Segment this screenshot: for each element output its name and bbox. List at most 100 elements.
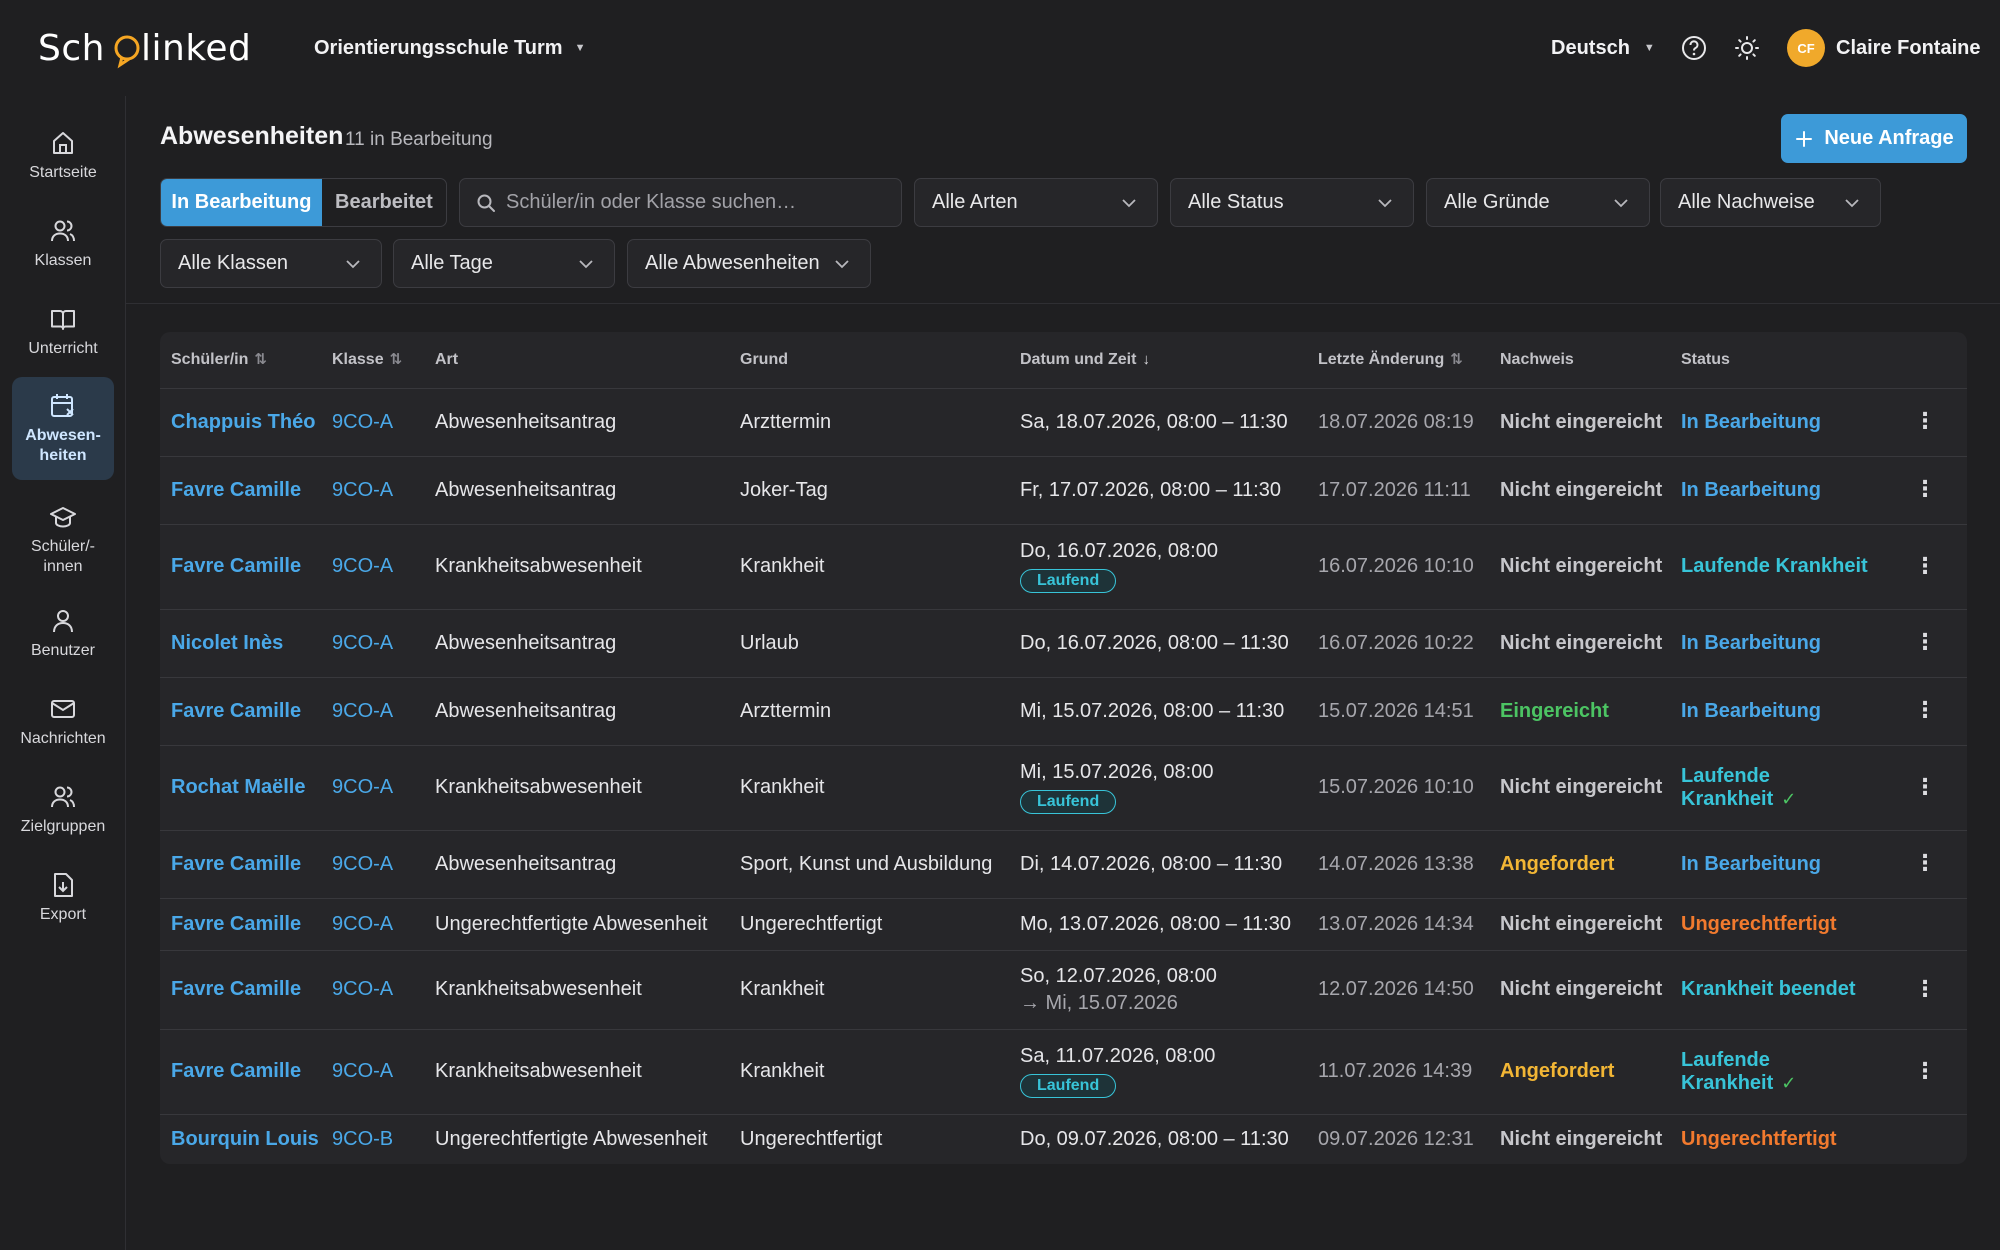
- school-selector[interactable]: Orientierungsschule Turm ▼: [314, 32, 585, 64]
- help-icon[interactable]: [1678, 32, 1710, 64]
- sidebar-item-abwesenheiten[interactable]: Abwesen- heiten: [12, 377, 114, 480]
- student-name[interactable]: Favre Camille: [160, 830, 321, 899]
- avatar[interactable]: CF: [1787, 29, 1825, 67]
- sidebar-item-nachrichten[interactable]: Nachrichten: [12, 686, 114, 758]
- column-header-reason: Grund: [729, 332, 1009, 389]
- student-name[interactable]: Favre Camille: [160, 524, 321, 610]
- proof-status: Nicht eingereicht: [1489, 745, 1670, 831]
- status-text: Ungerechtfertigt: [1681, 1127, 1837, 1150]
- table-row[interactable]: Bourquin Louis 9CO-B Ungerechtfertigte A…: [160, 1114, 1967, 1164]
- language-selector[interactable]: Deutsch ▼: [1551, 32, 1655, 64]
- sidebar-item-klassen[interactable]: Klassen: [12, 208, 114, 280]
- more-vertical-icon: ⋮: [1914, 408, 1936, 433]
- svg-text:Sch: Sch: [38, 28, 105, 69]
- row-menu-button[interactable]: ⋮: [1883, 388, 1967, 457]
- row-menu-button[interactable]: ⋮: [1883, 1029, 1967, 1115]
- chevron-down-icon: [1378, 198, 1392, 207]
- class-link[interactable]: 9CO-A: [321, 609, 424, 678]
- absence-type: Ungerechtfertigte Abwesenheit: [424, 898, 729, 951]
- table-row[interactable]: Favre Camille 9CO-A Abwesenheitsantrag J…: [160, 456, 1967, 525]
- row-menu-button[interactable]: ⋮: [1883, 677, 1967, 746]
- student-name[interactable]: Favre Camille: [160, 898, 321, 951]
- sidebar-item-label: Unterricht: [28, 340, 98, 357]
- sidebar-item-unterricht[interactable]: Unterricht: [12, 296, 114, 368]
- table-row[interactable]: Nicolet Inès 9CO-A Abwesenheitsantrag Ur…: [160, 609, 1967, 678]
- sidebar-item-zielgruppen[interactable]: Zielgruppen: [12, 774, 114, 846]
- home-icon: [53, 132, 73, 154]
- student-name[interactable]: Favre Camille: [160, 677, 321, 746]
- column-header-class[interactable]: Klasse ⇅: [321, 332, 424, 389]
- student-name[interactable]: Favre Camille: [160, 1029, 321, 1115]
- class-link[interactable]: 9CO-A: [321, 1029, 424, 1115]
- new-request-button[interactable]: Neue Anfrage: [1781, 114, 1967, 163]
- sidebar-item-startseite[interactable]: Startseite: [12, 120, 114, 192]
- absence-reason: Arzttermin: [729, 677, 1009, 746]
- class-link[interactable]: 9CO-A: [321, 745, 424, 831]
- student-name[interactable]: Favre Camille: [160, 950, 321, 1030]
- column-header-last-change[interactable]: Letzte Änderung ⇅: [1307, 332, 1489, 389]
- table-row[interactable]: Favre Camille 9CO-A Abwesenheitsantrag A…: [160, 677, 1967, 746]
- sidebar-item-label: Zielgruppen: [20, 818, 106, 835]
- reason-filter-dropdown[interactable]: Alle Gründe: [1426, 178, 1650, 227]
- column-header-student[interactable]: Schüler/in ⇅: [160, 332, 321, 389]
- class-link[interactable]: 9CO-A: [321, 456, 424, 525]
- proof-status: Nicht eingereicht: [1489, 456, 1670, 525]
- table-row[interactable]: Favre Camille 9CO-A Ungerechtfertigte Ab…: [160, 898, 1967, 951]
- sun-icon[interactable]: [1731, 32, 1763, 64]
- absence-type: Krankheitsabwesenheit: [424, 745, 729, 831]
- student-name[interactable]: Nicolet Inès: [160, 609, 321, 678]
- search-field[interactable]: [459, 178, 902, 227]
- absence-date: So, 12.07.2026, 08:00 → Mi, 15.07.2026: [1009, 950, 1307, 1030]
- chevron-down-icon: ▼: [1643, 42, 1655, 54]
- table-row[interactable]: Favre Camille 9CO-A Krankheitsabwesenhei…: [160, 950, 1967, 1030]
- chevron-down-icon: [1614, 198, 1628, 207]
- class-link[interactable]: 9CO-A: [321, 524, 424, 610]
- type-filter-dropdown[interactable]: Alle Arten: [914, 178, 1158, 227]
- sidebar-item-benutzer[interactable]: Benutzer: [12, 598, 114, 670]
- class-link[interactable]: 9CO-A: [321, 898, 424, 951]
- table-row[interactable]: Rochat Maëlle 9CO-A Krankheitsabwesenhei…: [160, 745, 1967, 831]
- table-row[interactable]: Favre Camille 9CO-A Abwesenheitsantrag S…: [160, 830, 1967, 899]
- class-link[interactable]: 9CO-A: [321, 388, 424, 457]
- user-name[interactable]: Claire Fontaine: [1836, 32, 1980, 64]
- row-menu-button[interactable]: ⋮: [1883, 609, 1967, 678]
- column-header-datetime[interactable]: Datum und Zeit ↓: [1009, 332, 1307, 389]
- absence-filter-dropdown[interactable]: Alle Abwesenheiten: [627, 239, 871, 288]
- row-menu-button[interactable]: ⋮: [1883, 745, 1967, 831]
- proof-filter-dropdown[interactable]: Alle Nachweise: [1660, 178, 1881, 227]
- ongoing-badge: Laufend: [1020, 790, 1117, 814]
- search-input[interactable]: [506, 191, 901, 214]
- row-menu-button[interactable]: ⋮: [1883, 524, 1967, 610]
- absence-reason: Arzttermin: [729, 388, 1009, 457]
- row-menu-button[interactable]: ⋮: [1883, 456, 1967, 525]
- table-row[interactable]: Favre Camille 9CO-A Krankheitsabwesenhei…: [160, 524, 1967, 610]
- row-menu-button[interactable]: ⋮: [1883, 950, 1967, 1030]
- book-icon: [51, 310, 75, 330]
- proof-status: Nicht eingereicht: [1489, 609, 1670, 678]
- class-link[interactable]: 9CO-A: [321, 830, 424, 899]
- class-filter-dropdown[interactable]: Alle Klassen: [160, 239, 382, 288]
- column-header-proof: Nachweis: [1489, 332, 1670, 389]
- last-change: 09.07.2026 12:31: [1318, 1127, 1474, 1150]
- school-name: Orientierungsschule Turm: [314, 36, 563, 59]
- student-name[interactable]: Chappuis Théo: [160, 388, 321, 457]
- absence-type: Abwesenheitsantrag: [424, 677, 729, 746]
- class-link[interactable]: 9CO-A: [321, 677, 424, 746]
- class-link[interactable]: 9CO-A: [321, 950, 424, 1030]
- table-row[interactable]: Favre Camille 9CO-A Krankheitsabwesenhei…: [160, 1029, 1967, 1115]
- table-row[interactable]: Chappuis Théo 9CO-A Abwesenheitsantrag A…: [160, 388, 1967, 457]
- day-filter-dropdown[interactable]: Alle Tage: [393, 239, 615, 288]
- student-name[interactable]: Rochat Maëlle: [160, 745, 321, 831]
- student-name[interactable]: Favre Camille: [160, 456, 321, 525]
- row-menu-button[interactable]: ⋮: [1883, 830, 1967, 899]
- proof-status: Eingereicht: [1489, 677, 1670, 746]
- date-text: Mi, 15.07.2026, 08:00: [1020, 761, 1214, 783]
- app-logo[interactable]: Sch linked: [38, 26, 258, 72]
- status-filter-dropdown[interactable]: Alle Status: [1170, 178, 1414, 227]
- student-name[interactable]: Bourquin Louis: [160, 1114, 321, 1164]
- tab-bearbeitet[interactable]: Bearbeitet: [322, 179, 446, 226]
- sidebar-item-export[interactable]: Export: [12, 862, 114, 934]
- sidebar-item-schueler[interactable]: Schüler/- innen: [12, 490, 114, 590]
- class-link[interactable]: 9CO-B: [321, 1114, 424, 1164]
- tab-in-bearbeitung[interactable]: In Bearbeitung: [161, 179, 322, 226]
